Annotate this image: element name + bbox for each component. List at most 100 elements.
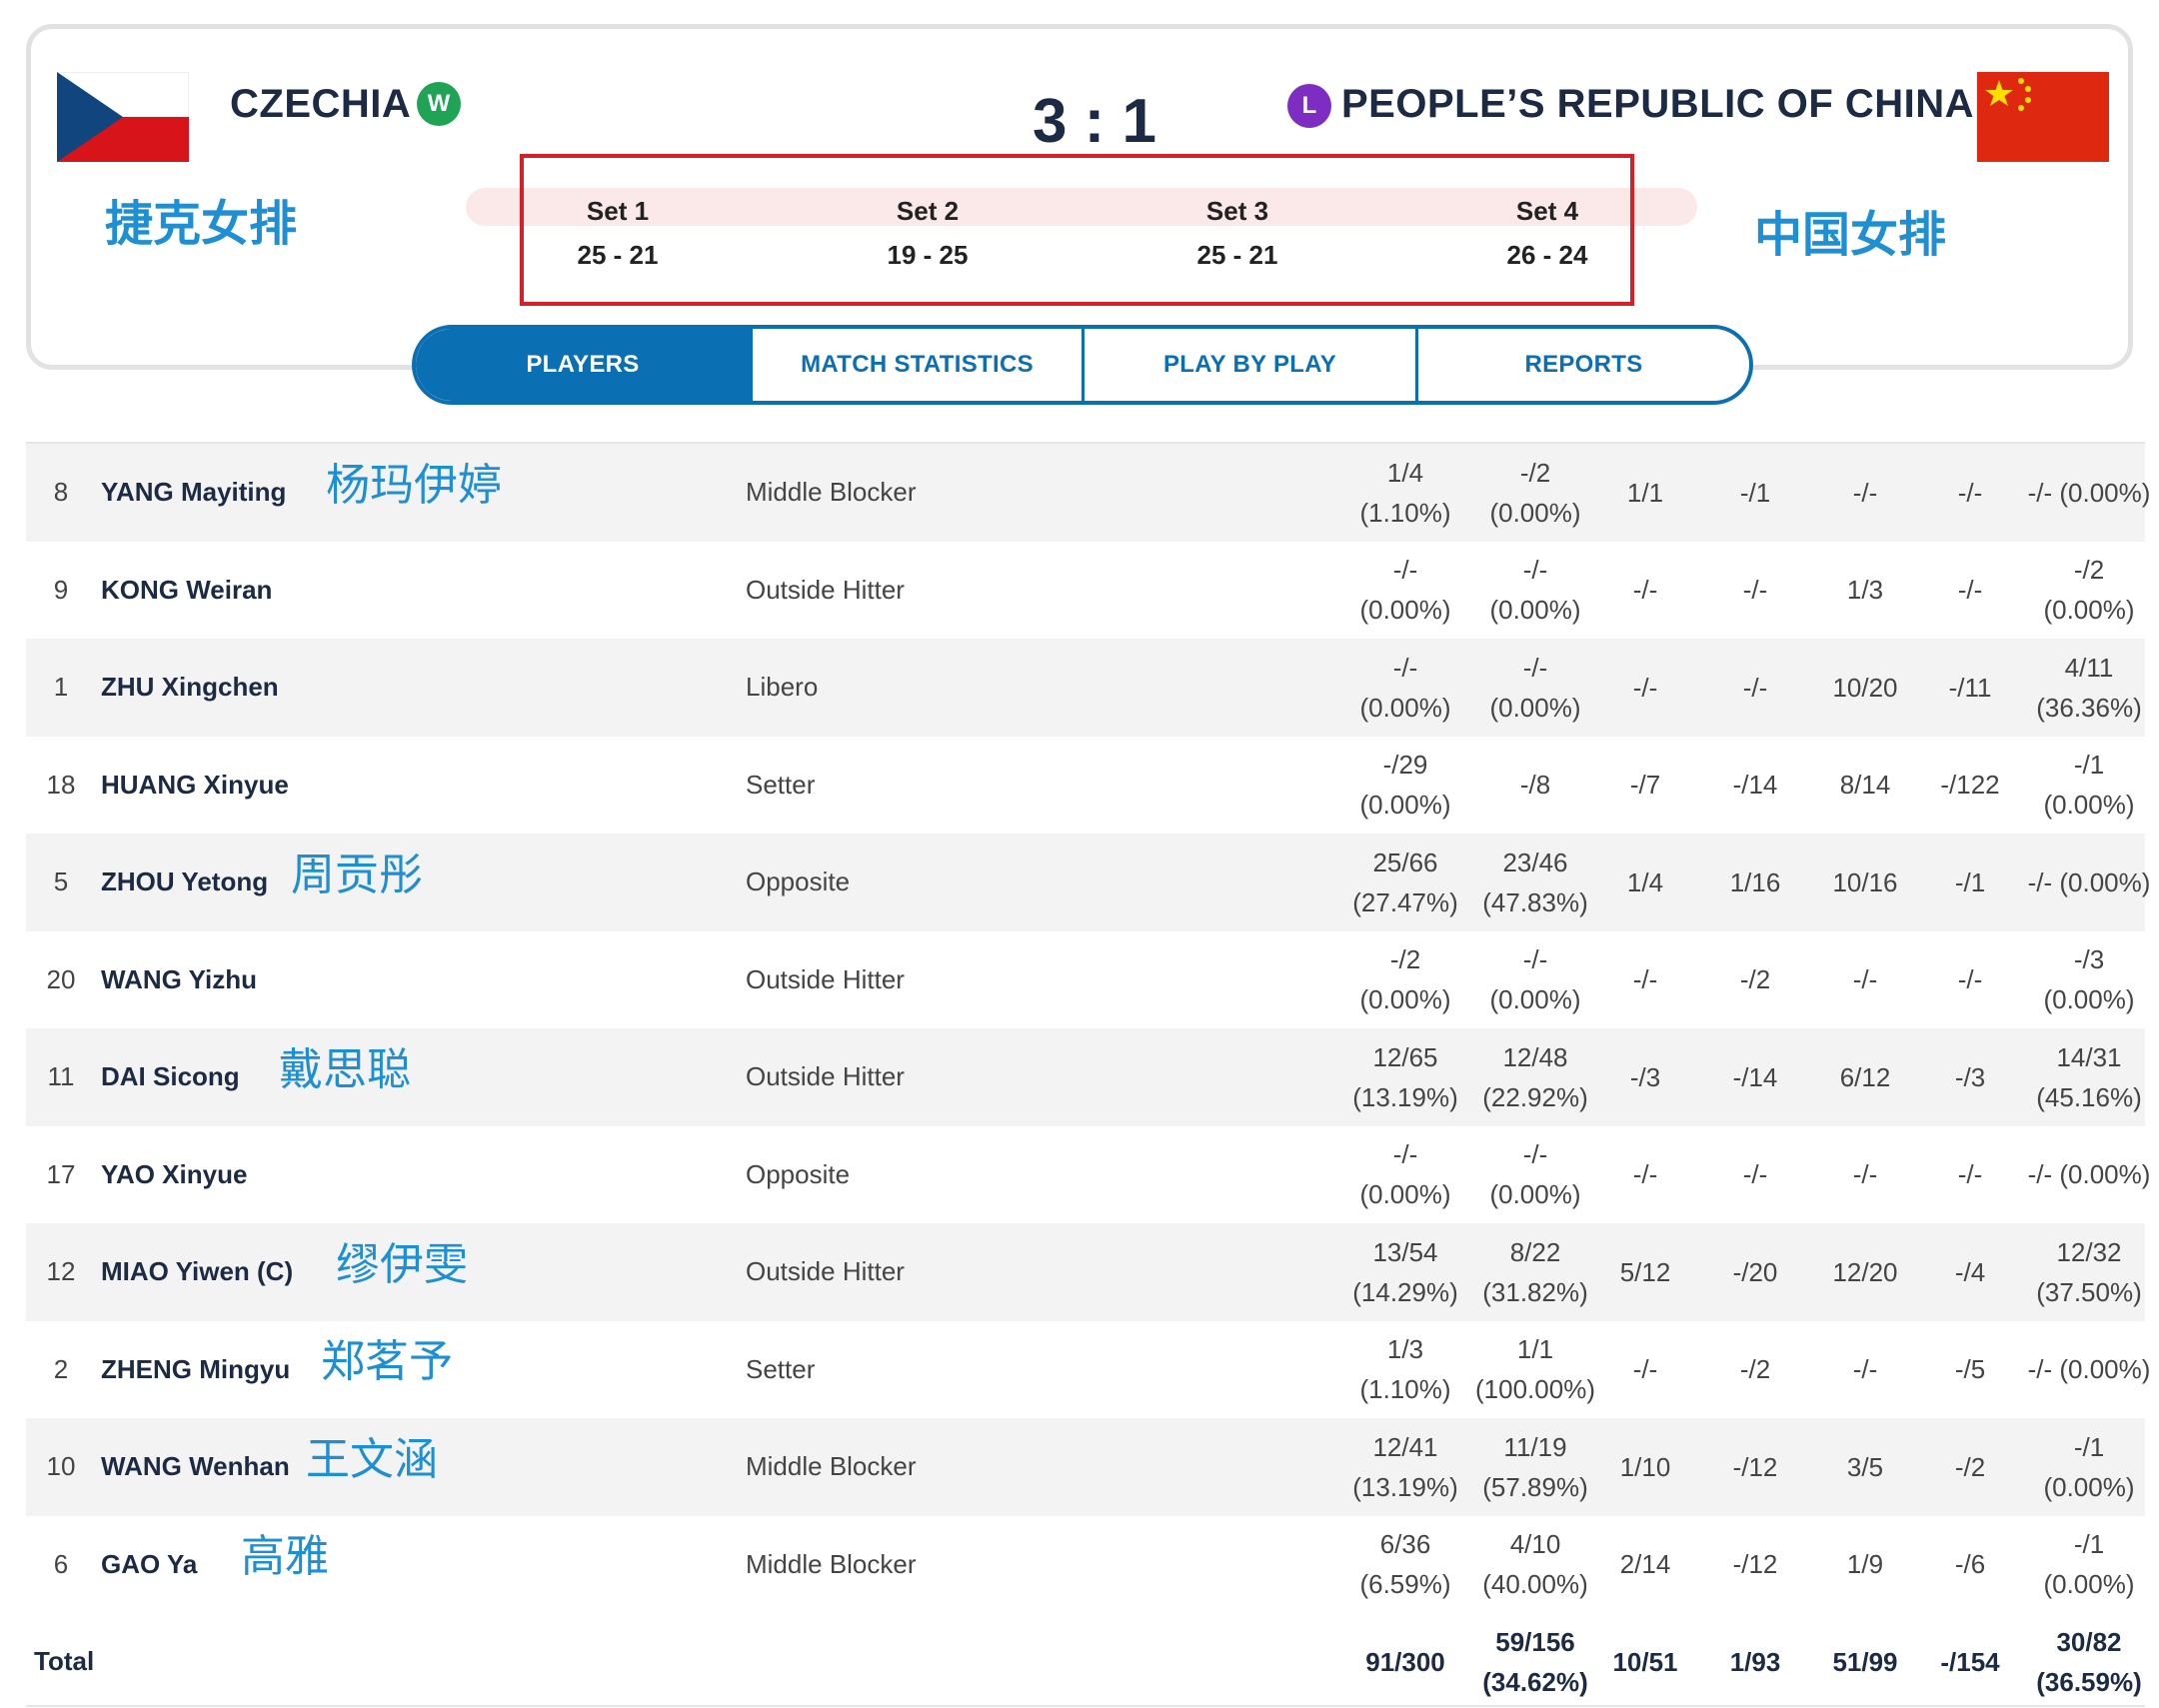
stat-value: 4/10 [1509,1529,1561,1560]
stat-value: -/1 [1739,477,1771,508]
stat-value: 8/22 [1509,1236,1561,1267]
stat-value: -/- [1852,964,1878,995]
player-position: Middle Blocker [746,1548,917,1579]
player-position: Opposite [746,1158,851,1189]
stat-percentage: (37.50%) [2036,1276,2142,1307]
tab-reports[interactable]: REPORTS [1418,329,1749,401]
stat-value: 91/300 [1365,1646,1445,1677]
home-team-name[interactable]: CZECHIA [230,82,411,127]
set-2-label: Set 2 [896,196,960,226]
table-row[interactable]: 8 YANG Mayiting 杨玛伊婷 Middle Blocker 1/4 (1.10… [26,444,2150,542]
table-row[interactable]: 6 GAO Ya 高雅 Middle Blocker 6/36 (6.59%) 4/10 (4… [26,1516,2145,1614]
stat-value: -/6 [1954,1549,1986,1580]
stat-value: -/- [1742,1159,1768,1190]
stat-percentage: (0.00%) [2043,984,2135,1015]
stat-cell: 59/156 (34.62%) [1455,1613,1615,1708]
stat-percentage: (45.16%) [2036,1081,2142,1112]
stat-value: 12/65 [1372,1041,1438,1072]
player-name[interactable]: ZHOU Yetong [101,834,268,931]
player-number: 2 [53,1353,69,1384]
stat-percentage: (0.00%) [1489,1179,1581,1210]
stat-percentage: (0.00%) [1359,692,1451,723]
stat-value: -/- [1957,1159,1983,1190]
player-name[interactable]: GAO Ya [101,1516,197,1614]
stat-cell: -/- [1700,542,1810,640]
stat-percentage: (0.00%) [1489,595,1581,626]
stat-value: -/- [1392,555,1418,586]
stat-percentage: (0.00%) [1359,595,1451,626]
stat-value: -/154 [1940,1646,2000,1677]
table-row[interactable]: 9 KONG Weiran Outside Hitter -/- (0.00%) -/- (… [26,542,2145,640]
stat-cell: -/11 [1915,639,2025,737]
stat-value: -/- [1632,1354,1658,1385]
table-row[interactable]: 5 ZHOU Yetong 周贡彤 Opposite 25/66 (27.47%) 23/4… [26,834,2150,931]
table-row[interactable]: 18 HUANG Xinyue Setter -/29 (0.00%) -/8 -/7 -/1… [26,737,2145,835]
table-row[interactable]: 11 DAI Sicong 戴思聪 Outside Hitter 12/65 (13.19… [26,1028,2145,1126]
stat-cell: 4/10 (40.00%) [1455,1516,1615,1614]
player-number: 5 [53,866,69,897]
player-name[interactable]: WANG Wenhan [101,1418,290,1516]
stat-value: 14/31 [2056,1041,2122,1072]
stat-value: -/- [1522,944,1548,975]
stat-cell: 12/20 [1805,1223,1925,1321]
stat-percentage: (100.00%) [1475,1374,1595,1405]
tab-match-statistics[interactable]: MATCH STATISTICS [753,329,1084,401]
table-row[interactable]: 17 YAO Xinyue Opposite -/- (0.00%) -/- (0.00%)… [26,1126,2151,1224]
player-number: 20 [46,963,76,994]
stat-value: -/5 [1954,1354,1986,1385]
stat-value: 1/93 [1729,1646,1781,1677]
stat-cell: -/1 (0.00%) [2015,1516,2159,1614]
player-name-annotation: 戴思聪 [279,1043,411,1095]
player-name-annotation: 高雅 [241,1531,329,1583]
stat-cell: -/- (0.00%) [1455,931,1615,1029]
players-table: 8 YANG Mayiting 杨玛伊婷 Middle Blocker 1/4 (1.10… [26,442,2151,1708]
stat-cell: -/1 (0.00%) [2015,1418,2159,1516]
stat-cell: 10/16 [1805,834,1925,931]
tab-players[interactable]: PLAYERS [416,329,753,401]
player-name[interactable]: HUANG Xinyue [101,737,289,835]
table-row[interactable]: 12 MIAO Yiwen (C) 缪伊雯 Outside Hitter 13/54 (1… [26,1223,2145,1321]
player-position: Outside Hitter [746,963,905,994]
set-3-score: 25 - 21 [1196,240,1278,270]
player-name[interactable]: MIAO Yiwen (C) [101,1223,293,1321]
match-score: 3 : 1 [1032,87,1157,156]
table-row[interactable]: 1 ZHU Xingchen Libero -/- (0.00%) -/- (0.00%) -… [26,639,2145,737]
stat-cell: -/- [1700,1126,1810,1224]
tab-play-by-play[interactable]: PLAY BY PLAY [1084,329,1418,401]
stat-cell: -/122 [1915,737,2025,835]
stat-value: -/8 [1519,770,1551,801]
stat-cell: -/- (0.00%) [2015,1321,2159,1419]
player-name[interactable]: ZHENG Mingyu [101,1321,290,1419]
stat-value: -/- [1957,575,1983,606]
table-row[interactable]: 20 WANG Yizhu Outside Hitter -/2 (0.00%) -/- (… [26,931,2145,1029]
stat-cell: 1/3 [1805,542,1925,640]
table-row[interactable]: 2 ZHENG Mingyu 郑茗予 Setter 1/3 (1.10%) 1/1 (100.… [26,1321,2151,1419]
stat-cell: 12/32 (37.50%) [2015,1223,2159,1321]
player-name[interactable]: ZHU Xingchen [101,639,279,737]
player-name[interactable]: WANG Yizhu [101,931,257,1029]
player-name[interactable]: YAO Xinyue [101,1126,247,1224]
stat-value: -/- [1742,575,1768,606]
player-name[interactable]: YANG Mayiting [101,444,286,542]
player-name[interactable]: DAI Sicong [101,1028,240,1126]
table-row[interactable]: 10 WANG Wenhan 王文涵 Middle Blocker 12/41 (13.1… [26,1418,2145,1516]
stat-cell: -/- (0.00%) [2015,1126,2159,1224]
player-name[interactable]: KONG Weiran [101,542,272,640]
stat-percentage: (0.00%) [1489,497,1581,528]
stat-cell: -/1 [1915,834,2025,931]
stat-value: -/- [1957,477,1983,508]
away-team-name[interactable]: PEOPLE’S REPUBLIC OF CHINA [1341,82,1974,127]
stat-percentage: (6.59%) [1359,1569,1451,1600]
home-team-annotation: 捷克女排 [105,196,298,252]
stat-value: -/- (0.00%) [2027,477,2151,508]
stat-percentage: (57.89%) [1482,1471,1588,1502]
stat-value: -/7 [1629,770,1661,801]
stat-percentage: (27.47%) [1352,886,1458,917]
stat-percentage: (47.83%) [1482,886,1588,917]
stat-cell: 10/51 [1595,1613,1695,1708]
stat-cell: -/- (0.00%) [2015,444,2159,542]
stat-cell: -/14 [1700,1028,1810,1126]
stat-value: 59/156 [1495,1626,1575,1657]
player-number: 6 [53,1548,69,1579]
stat-cell: -/- (0.00%) [1455,1126,1615,1224]
